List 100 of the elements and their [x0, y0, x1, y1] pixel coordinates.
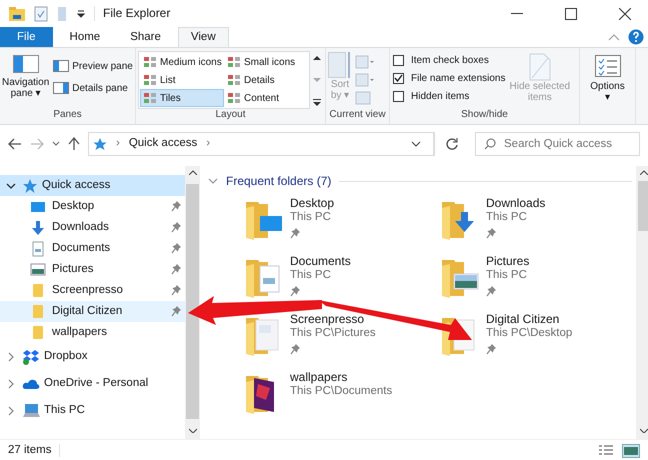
tiles-view-icon[interactable]: [622, 444, 640, 458]
refresh-icon[interactable]: [445, 136, 459, 150]
scroll-up-icon[interactable]: [313, 55, 321, 61]
folder-name[interactable]: Screenpresso: [290, 312, 376, 327]
folder-location: This PC: [290, 268, 332, 283]
pane-button[interactable]: Preview pane: [52, 59, 134, 73]
group-label: Layout: [215, 109, 246, 122]
scroll-down-icon[interactable]: [188, 428, 196, 433]
search-field[interactable]: Search Quick access: [475, 132, 640, 156]
maximize-icon[interactable]: [565, 8, 577, 20]
chevron-icon[interactable]: [6, 352, 16, 362]
up-arrow-icon[interactable]: [68, 136, 80, 150]
expand-icon[interactable]: [313, 99, 321, 107]
nav-label[interactable]: Screenpresso: [52, 284, 171, 298]
pane-layout-icon: [53, 82, 70, 94]
folder-name[interactable]: Pictures: [486, 254, 530, 269]
scrollbar-thumb[interactable]: [186, 184, 199, 419]
folder-location: This PC: [290, 210, 332, 225]
pane-button[interactable]: Details pane: [52, 81, 134, 95]
layout-icon: [143, 74, 157, 86]
ribbon-tab[interactable]: Share: [117, 27, 174, 47]
caret-icon[interactable]: [76, 10, 86, 18]
path-separator[interactable]: ›: [205, 136, 212, 150]
scrollbar-thumb[interactable]: [638, 181, 648, 231]
checkmark-icon[interactable]: [34, 6, 48, 22]
layout-option[interactable]: Details: [224, 71, 308, 89]
layout-option[interactable]: Small icons: [224, 53, 308, 71]
layout-option[interactable]: Medium icons: [140, 53, 224, 71]
nav-label[interactable]: Quick access: [42, 178, 110, 192]
nav-item[interactable]: Dropbox: [0, 343, 185, 370]
nav-item[interactable]: Desktop: [0, 196, 185, 217]
collapse-icon[interactable]: [608, 33, 620, 41]
star-icon: [93, 136, 107, 150]
scrollbar[interactable]: [185, 166, 200, 439]
nav-item[interactable]: Screenpresso: [0, 280, 185, 301]
checkbox-label[interactable]: File name extensions: [411, 72, 506, 84]
chevron-icon[interactable]: [6, 406, 16, 416]
nav-label[interactable]: wallpapers: [52, 326, 185, 340]
path-segment[interactable]: Quick access: [128, 136, 198, 150]
nav-label[interactable]: OneDrive - Personal: [44, 376, 148, 390]
scrollbar[interactable]: [636, 166, 648, 439]
minimize-icon[interactable]: [511, 12, 523, 14]
details-view-icon[interactable]: [598, 444, 614, 458]
folder-name[interactable]: Digital Citizen: [486, 312, 572, 327]
nav-item[interactable]: Quick access: [0, 175, 185, 196]
computer-icon: [22, 402, 40, 418]
folder-name[interactable]: Downloads: [486, 196, 546, 211]
pane-layout-icon: [53, 60, 70, 72]
path-separator[interactable]: ›: [115, 136, 121, 150]
folder-name[interactable]: Desktop: [290, 196, 334, 211]
back-arrow-icon[interactable]: [8, 138, 22, 150]
layout-option[interactable]: Tiles: [140, 89, 224, 107]
checkbox-label[interactable]: Hidden items: [411, 90, 470, 102]
caret-icon[interactable]: [52, 140, 60, 146]
ribbon-tab[interactable]: Home: [56, 27, 114, 47]
layout-icon: [227, 56, 241, 68]
nav-label[interactable]: Dropbox: [44, 350, 88, 364]
section-header[interactable]: Frequent folders (7): [226, 174, 332, 188]
layout-option[interactable]: List: [140, 71, 224, 89]
chevron-icon[interactable]: [6, 180, 16, 190]
folder-name[interactable]: Documents: [290, 254, 351, 269]
chevron-icon[interactable]: [6, 378, 16, 388]
scroll-down-icon[interactable]: [640, 428, 648, 433]
scroll-up-icon[interactable]: [640, 170, 648, 175]
dropdown-caret-icon[interactable]: [411, 140, 421, 146]
checkbox[interactable]: [393, 54, 404, 66]
checkbox[interactable]: [393, 72, 404, 84]
star-icon: [22, 178, 38, 194]
down-arrow-icon: [31, 220, 45, 236]
nav-item[interactable]: Digital Citizen: [0, 301, 185, 322]
scroll-up-icon[interactable]: [188, 170, 196, 175]
nav-item[interactable]: OneDrive - Personal: [0, 370, 185, 397]
help-icon[interactable]: [628, 29, 644, 45]
nav-label[interactable]: This PC: [44, 404, 85, 418]
checkbox-label[interactable]: Item check boxes: [411, 54, 489, 66]
nav-label[interactable]: Downloads: [52, 220, 171, 234]
options-button[interactable]: Options ▾: [582, 51, 633, 124]
folder-location: This PC\Documents: [290, 384, 392, 399]
folder-icon: [32, 304, 44, 319]
cloud-icon: [22, 378, 40, 390]
search-icon: [484, 138, 496, 150]
nav-item[interactable]: Documents: [0, 238, 185, 259]
document-icon: [31, 240, 45, 256]
navigation-pane-button[interactable]: Navigation pane ▾: [2, 51, 50, 109]
layout-option[interactable]: Content: [224, 89, 308, 107]
nav-label[interactable]: Documents: [52, 242, 171, 256]
nav-item[interactable]: This PC: [0, 397, 185, 424]
checkbox[interactable]: [393, 90, 404, 102]
nav-label[interactable]: Digital Citizen: [52, 304, 171, 318]
nav-label[interactable]: Pictures: [52, 262, 171, 276]
folder-tile[interactable]: wallpapers This PC\Documents: [290, 370, 392, 416]
nav-label[interactable]: Desktop: [52, 200, 171, 214]
pane-layout-icon: [12, 55, 39, 73]
nav-item[interactable]: Downloads: [0, 217, 185, 238]
folder-name[interactable]: wallpapers: [290, 370, 392, 385]
close-icon[interactable]: [619, 8, 631, 20]
ribbon-tab[interactable]: View: [178, 27, 229, 47]
ribbon-tab[interactable]: File: [0, 27, 53, 47]
nav-item[interactable]: wallpapers: [0, 322, 185, 343]
nav-item[interactable]: Pictures: [0, 259, 185, 280]
